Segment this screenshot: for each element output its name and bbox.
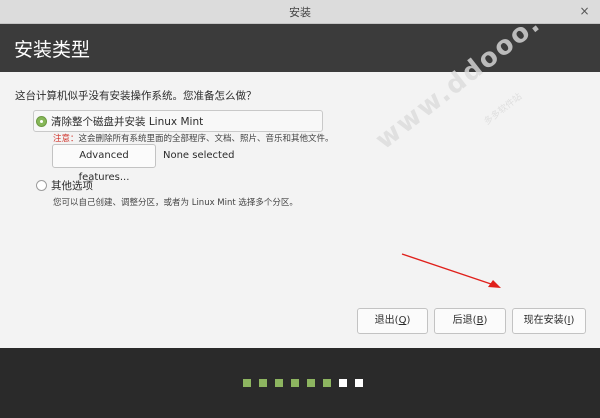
install-now-button[interactable]: 现在安装(I) — [512, 308, 586, 334]
advanced-features-button[interactable]: Advanced features... — [52, 144, 156, 183]
install-question: 这台计算机似乎没有安装操作系统。您准备怎么做？ — [15, 90, 257, 102]
back-button-end: ) — [483, 315, 488, 326]
back-button-label: 后退( — [452, 315, 477, 326]
quit-button[interactable]: 退出(Q) — [357, 308, 428, 334]
main-content: www.ddooo.com 多多软件站 这台计算机似乎没有安装操作系统。您准备怎… — [0, 0, 600, 348]
back-button[interactable]: 后退(B) — [434, 308, 506, 334]
progress-dot — [291, 379, 299, 387]
option-erase-disk-label[interactable]: 清除整个磁盘并安装 Linux Mint — [51, 114, 203, 129]
progress-dot — [259, 379, 267, 387]
progress-dot — [307, 379, 315, 387]
watermark-text: 多多软件站 — [482, 91, 525, 128]
quit-button-end: ) — [406, 315, 411, 326]
progress-footer — [0, 348, 600, 418]
erase-warning-note: 注意：这会删除所有系统里面的全部程序、文档、照片、音乐和其他文件。 — [53, 132, 334, 144]
quit-button-label: 退出( — [374, 315, 399, 326]
window-titlebar: 安装 × — [0, 0, 600, 24]
progress-dot — [243, 379, 251, 387]
progress-dot — [275, 379, 283, 387]
install-button-end: ) — [570, 315, 575, 326]
annotation-arrow-icon — [401, 253, 501, 288]
advanced-status: None selected — [163, 150, 235, 161]
option-other-label[interactable]: 其他选项 — [51, 178, 93, 193]
install-button-label: 现在安装( — [523, 315, 568, 326]
radio-erase-disk-icon[interactable] — [36, 116, 47, 127]
option-other-description: 您可以自己创建、调整分区，或者为 Linux Mint 选择多个分区。 — [53, 198, 298, 208]
page-title: 安装类型 — [14, 39, 91, 61]
progress-dot — [355, 379, 363, 387]
progress-dot — [323, 379, 331, 387]
warning-prefix: 注意： — [53, 134, 79, 144]
warning-text: 这会删除所有系统里面的全部程序、文档、照片、音乐和其他文件。 — [78, 134, 334, 144]
window-title: 安装 — [289, 6, 311, 19]
radio-other-option-icon[interactable] — [36, 180, 47, 191]
progress-dot — [339, 379, 347, 387]
